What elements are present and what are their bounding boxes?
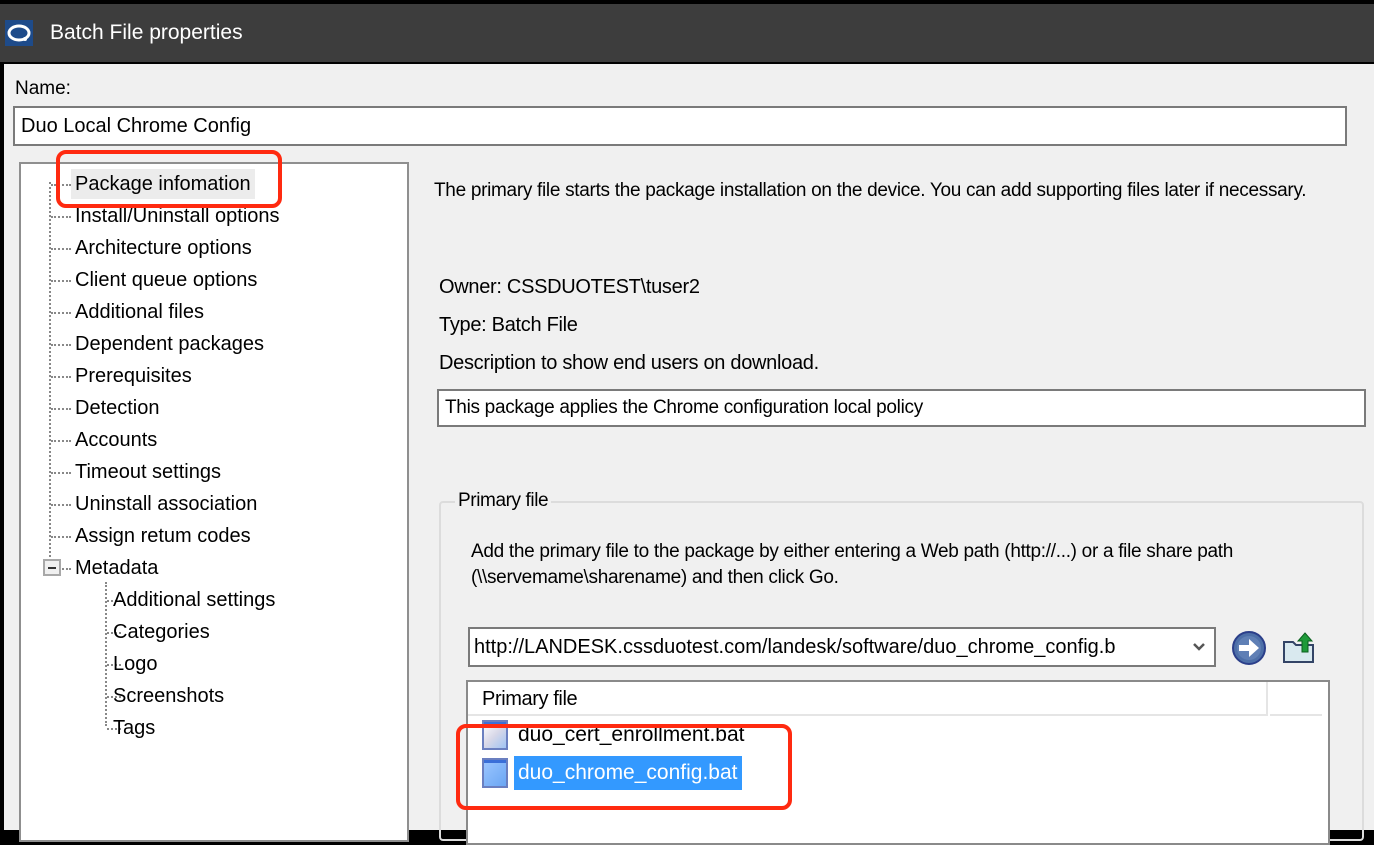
tree-item-accounts[interactable]: Accounts: [71, 425, 161, 455]
tree-item-logo[interactable]: Logo: [109, 649, 162, 679]
tree-connector-line: [51, 280, 71, 282]
primary-file-help-text: Add the primary file to the package by e…: [471, 541, 1234, 588]
tree-item-metadata[interactable]: Metadata: [71, 553, 162, 583]
upload-folder-icon: [1283, 632, 1314, 663]
column-header-filler: [1270, 682, 1322, 716]
go-button[interactable]: [1231, 630, 1267, 666]
primary-file-list[interactable]: Primary file duo_cert_enrollment.bat duo…: [466, 680, 1330, 845]
collapse-toggle-icon[interactable]: [43, 559, 61, 576]
tree-connector-line: [51, 344, 71, 346]
tree-item-timeout-settings[interactable]: Timeout settings: [71, 457, 225, 487]
file-list-item[interactable]: duo_cert_enrollment.bat: [482, 718, 748, 752]
title-bar: Batch File properties: [0, 4, 1374, 62]
tree-connector-line: [51, 248, 71, 250]
tree-connector-line: [51, 216, 71, 218]
type-text: Type: Batch File: [439, 314, 578, 336]
tree-item-screenshots[interactable]: Screenshots: [109, 681, 228, 711]
tree-item-categories[interactable]: Categories: [109, 617, 214, 647]
tree-item-additional-files[interactable]: Additional files: [71, 297, 208, 327]
file-list-item-selected[interactable]: duo_chrome_config.bat: [482, 756, 742, 790]
description-label: Description to show end users on downloa…: [439, 352, 819, 374]
name-label: Name:: [15, 78, 71, 99]
tree-item-additional-settings[interactable]: Additional settings: [109, 585, 279, 615]
go-arrow-icon: [1232, 631, 1266, 665]
upload-button[interactable]: [1281, 630, 1317, 666]
batch-file-icon: [482, 720, 508, 750]
tree-item-uninstall-association[interactable]: Uninstall association: [71, 489, 261, 519]
tree-connector-line: [51, 440, 71, 442]
app-icon: [4, 18, 34, 48]
primary-file-url-combobox[interactable]: http://LANDESK.cssduotest.com/landesk/so…: [468, 627, 1216, 667]
intro-text: The primary file starts the package inst…: [434, 180, 1307, 201]
batch-file-icon: [482, 758, 508, 788]
tree-item-assign-retum-codes[interactable]: Assign retum codes: [71, 521, 255, 551]
tree-connector-line: [51, 504, 71, 506]
tree-connector-line: [51, 312, 71, 314]
tree-connector-line: [105, 582, 107, 726]
tree-connector-line: [49, 182, 51, 565]
tree-item-package-infomation[interactable]: Package infomation: [71, 169, 255, 199]
tree-connector-line: [51, 472, 71, 474]
tree-item-prerequisites[interactable]: Prerequisites: [71, 361, 196, 391]
name-input[interactable]: [13, 106, 1347, 146]
tree-item-architecture-options[interactable]: Architecture options: [71, 233, 256, 263]
tree-item-detection[interactable]: Detection: [71, 393, 164, 423]
dialog-body: Name: Package infomationInstall/Uninstal…: [4, 64, 1374, 845]
file-name: duo_chrome_config.bat: [514, 756, 742, 790]
settings-tree[interactable]: Package infomation Install/Uninstall opti…: [19, 162, 409, 842]
tree-connector-line: [51, 184, 71, 186]
description-input[interactable]: [437, 389, 1366, 427]
file-name: duo_cert_enrollment.bat: [518, 723, 745, 746]
tree-connector-line: [51, 408, 71, 410]
tree-item-install-uninstall-options[interactable]: Install/Uninstall options: [71, 201, 284, 231]
chevron-down-icon[interactable]: [1184, 642, 1214, 652]
tree-item-client-queue-options[interactable]: Client queue options: [71, 265, 261, 295]
window-title: Batch File properties: [50, 21, 243, 44]
tree-connector-line: [51, 536, 71, 538]
primary-file-group: Primary file Add the primary file to the…: [439, 490, 1364, 845]
column-header-primary-file[interactable]: Primary file: [468, 682, 1268, 716]
tree-item-dependent-packages[interactable]: Dependent packages: [71, 329, 268, 359]
primary-file-url-value[interactable]: http://LANDESK.cssduotest.com/landesk/so…: [470, 636, 1184, 659]
primary-file-group-label: Primary file: [455, 490, 552, 512]
tree-item-tags[interactable]: Tags: [109, 713, 159, 743]
owner-text: Owner: CSSDUOTEST\tuser2: [439, 276, 700, 298]
tree-connector-line: [51, 376, 71, 378]
